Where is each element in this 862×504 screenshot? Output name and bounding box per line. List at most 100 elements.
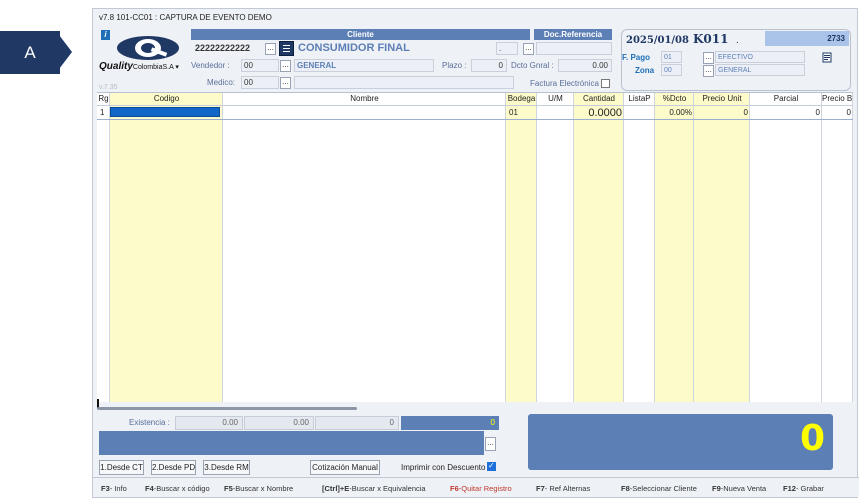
imprimir-descuento-checkbox[interactable] xyxy=(487,461,496,471)
col-rg xyxy=(97,93,110,402)
medico-label: Medico: xyxy=(207,78,236,87)
row-precio-unit[interactable]: 0 xyxy=(694,106,748,120)
zona-lookup-button[interactable]: ... xyxy=(703,65,714,77)
vendedor-lookup-button[interactable]: ... xyxy=(280,60,291,72)
vendedor-label: Vendedor : xyxy=(191,61,230,70)
row-bodega[interactable]: 01 xyxy=(509,106,518,120)
fkey-f8[interactable]: F8-Seleccionar Cliente xyxy=(621,484,697,493)
info-icon[interactable]: i xyxy=(101,30,110,40)
annotation-marker: A xyxy=(0,31,72,74)
total-value: 0 xyxy=(799,418,825,459)
cliente-extra-field[interactable]: . xyxy=(496,42,518,55)
horizontal-scrollbar[interactable] xyxy=(97,407,357,410)
cliente-extra-button[interactable]: ... xyxy=(523,43,534,55)
plazo-label: Plazo : xyxy=(442,61,467,70)
marker-label: A xyxy=(0,31,60,74)
nit-lookup-button[interactable]: ... xyxy=(265,43,276,55)
row-cantidad[interactable]: 0.0000 xyxy=(574,106,623,120)
document-number: 2733 xyxy=(765,31,849,46)
observations-lookup-button[interactable]: ... xyxy=(485,437,496,451)
cotizacion-manual-button[interactable]: Cotización Manual xyxy=(310,460,380,475)
col-um xyxy=(537,93,574,402)
total-display: 0 xyxy=(528,414,833,470)
col-parcial xyxy=(750,93,822,402)
col-nombre xyxy=(223,93,506,402)
header-um: U/M xyxy=(548,94,563,103)
col-codigo xyxy=(110,93,223,402)
fkey-f6[interactable]: F6-Quitar Registro xyxy=(450,484,512,493)
existencia-field-4: 0 xyxy=(401,416,499,430)
header-listap: ListaP xyxy=(628,94,651,103)
header-precio-unit: Precio Unit xyxy=(702,94,742,103)
row-precio-b: 0 xyxy=(846,108,851,117)
fkey-f5[interactable]: F5-Buscar x Nombre xyxy=(224,484,293,493)
col-listap xyxy=(624,93,655,402)
fpago-name: EFECTIVO xyxy=(715,51,805,63)
cliente-nit[interactable]: 22222222222 xyxy=(195,43,250,53)
desde-rm-button[interactable]: 3.Desde RM xyxy=(203,460,250,475)
header-nombre: Nombre xyxy=(350,94,379,103)
existencia-field-1: 0.00 xyxy=(175,416,243,430)
fkey-f12[interactable]: F12- Grabar xyxy=(783,484,824,493)
marker-arrow xyxy=(56,31,72,73)
brand-name: QualityColombiaS.A ▾ xyxy=(99,61,179,72)
medico-lookup-button[interactable]: ... xyxy=(280,77,291,89)
existencia-label: Existencia : xyxy=(129,418,170,427)
doc-referencia-field[interactable] xyxy=(536,42,612,55)
version-label: v.7.35 xyxy=(99,84,118,91)
document-date: 2025/01/08 xyxy=(626,35,689,46)
fpago-lookup-button[interactable]: ... xyxy=(703,52,714,64)
fkey-f9[interactable]: F9-Nueva Venta xyxy=(712,484,766,493)
header-parcial: Parcial xyxy=(773,94,799,103)
fpago-code[interactable]: 01 xyxy=(661,51,682,63)
col-precio-unit xyxy=(694,93,750,402)
col-dcto xyxy=(655,93,694,402)
dcto-gnral-field[interactable]: 0.00 xyxy=(558,59,612,72)
codigo-input-cell[interactable] xyxy=(110,107,220,117)
vendedor-code[interactable]: 00 xyxy=(241,59,279,72)
fkey-f4[interactable]: F4-Buscar x código xyxy=(145,484,210,493)
fkey-ctrl-e[interactable]: [Ctrl]+E-Buscar x Equivalencia xyxy=(322,484,426,493)
col-bodega xyxy=(506,93,537,402)
fkey-f7[interactable]: F7- Ref Alternas xyxy=(536,484,590,493)
zona-code[interactable]: 00 xyxy=(661,64,682,76)
plazo-field[interactable]: 0 xyxy=(471,59,507,72)
row-dcto[interactable]: 0.00% xyxy=(655,106,692,120)
medico-code[interactable]: 00 xyxy=(241,76,279,89)
app-window: v7.8 101-CC01 : CAPTURA DE EVENTO DEMO i… xyxy=(92,8,859,498)
factura-electronica-label: Factura Electrónica xyxy=(530,79,599,88)
fkey-f3[interactable]: F3- Info xyxy=(101,484,127,493)
header-bodega: Bodega xyxy=(507,94,536,103)
header-rg: Rg xyxy=(98,94,109,103)
cliente-header: Cliente xyxy=(191,29,530,40)
zona-name: GENERAL xyxy=(715,64,805,76)
col-cantidad xyxy=(574,93,624,402)
row-rg: 1 xyxy=(100,108,105,117)
cliente-name: CONSUMIDOR FINAL xyxy=(298,42,410,54)
print-icon[interactable] xyxy=(822,52,832,63)
imprimir-descuento-label: Imprimir con Descuento xyxy=(401,463,486,472)
header-cantidad: Cantidad xyxy=(582,94,616,103)
dcto-gnral-label: Dcto Gnral : xyxy=(511,61,554,70)
header-precio-b: Precio B xyxy=(822,94,853,103)
document-dot: . xyxy=(736,35,739,46)
existencia-field-3: 0 xyxy=(315,416,399,430)
desde-ct-button[interactable]: 1.Desde CT xyxy=(99,460,144,475)
doc-referencia-header: Doc.Referencia xyxy=(534,29,612,40)
factura-electronica-checkbox[interactable] xyxy=(601,79,610,88)
fpago-label: F. Pago xyxy=(622,53,651,62)
observations-field[interactable] xyxy=(99,431,484,455)
row-parcial: 0 xyxy=(815,108,820,117)
zona-label: Zona xyxy=(635,66,655,75)
function-key-bar: F3- Info F4-Buscar x código F5-Buscar x … xyxy=(93,477,859,497)
existencia-field-2: 0.00 xyxy=(244,416,314,430)
header-codigo: Codigo xyxy=(153,94,180,103)
document-code: K011 xyxy=(693,32,729,46)
vendedor-name: GENERAL xyxy=(294,59,434,72)
document-icon[interactable] xyxy=(279,41,294,56)
medico-name xyxy=(294,76,514,89)
col-precio-b xyxy=(822,93,853,402)
items-grid: Rg Codigo Nombre Bodega U/M Cantidad Lis… xyxy=(97,92,853,402)
desde-pd-button[interactable]: 2.Desde PD xyxy=(151,460,196,475)
window-title: v7.8 101-CC01 : CAPTURA DE EVENTO DEMO xyxy=(99,13,272,22)
